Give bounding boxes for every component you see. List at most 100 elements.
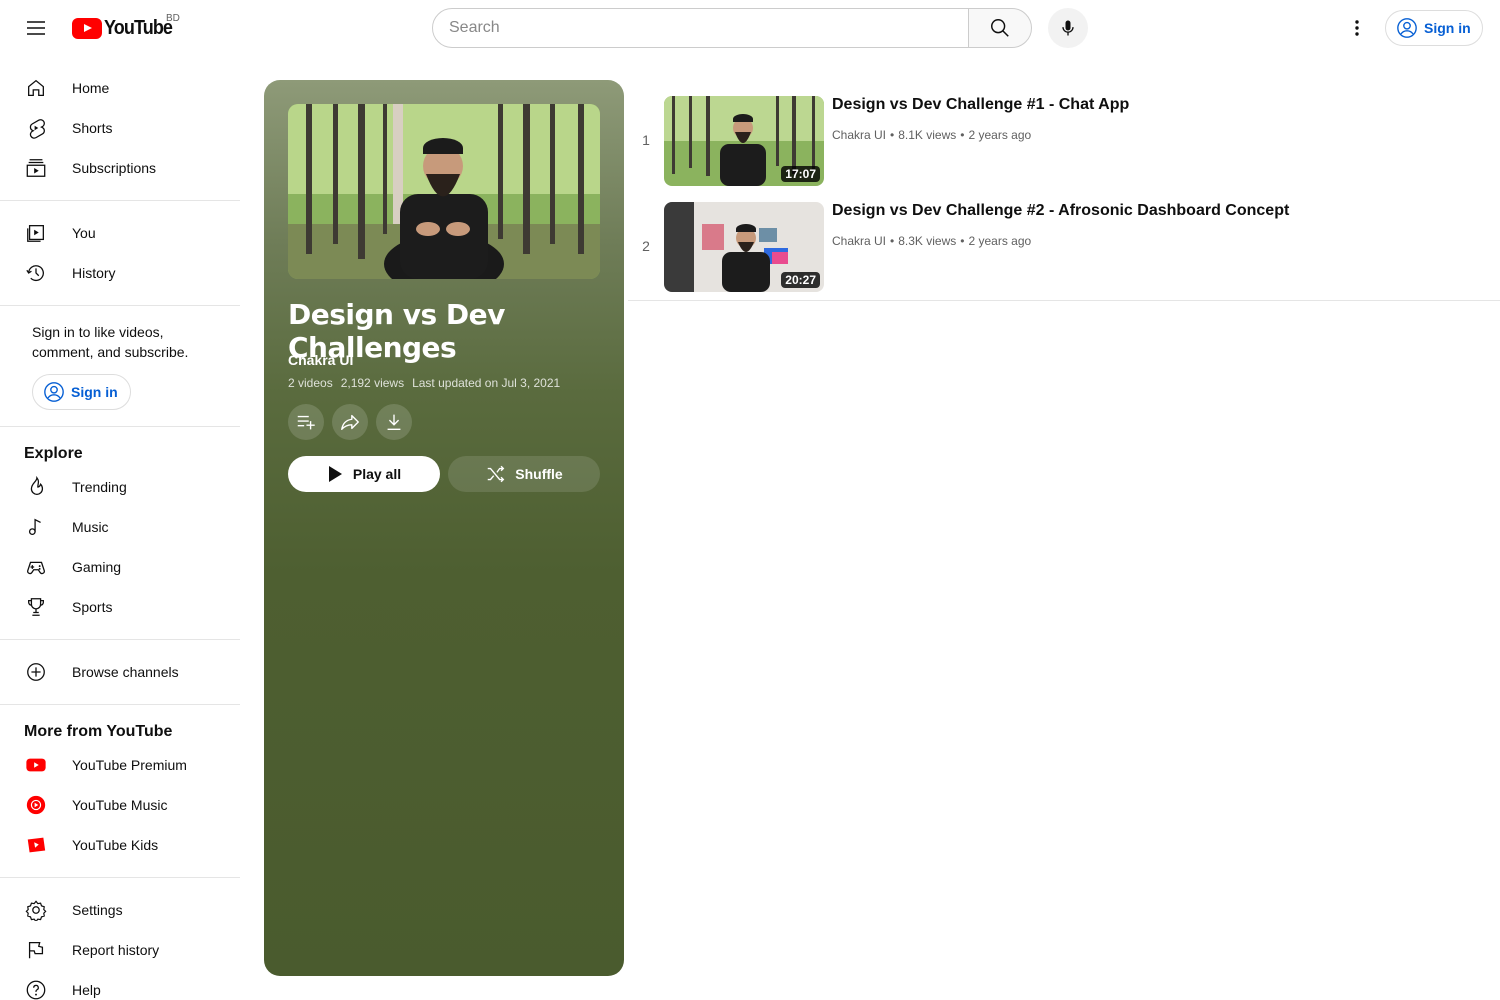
meta-separator: • [890, 128, 895, 142]
video-views: 8.1K views [898, 128, 957, 142]
sidebar-item-label: Music [72, 519, 109, 535]
playlist-owner-link[interactable]: Chakra UI [288, 352, 353, 368]
video-duration: 17:07 [781, 166, 820, 182]
you-icon [24, 221, 48, 245]
search-button[interactable] [968, 8, 1032, 48]
playlist-updated-date: Last updated on Jul 3, 2021 [412, 376, 561, 390]
playlist-video-item[interactable]: 1 17:07 Design vs Dev Challenge #1 - Cha… [628, 90, 1500, 196]
share-button[interactable] [332, 404, 368, 440]
shorts-icon [24, 116, 48, 140]
sidebar-item-subscriptions[interactable]: Subscriptions [0, 148, 240, 188]
video-title-link[interactable]: Design vs Dev Challenge #2 - Afrosonic D… [832, 202, 1289, 220]
youtube-music-icon [24, 793, 48, 817]
meta-separator: • [960, 234, 965, 248]
flag-icon [24, 938, 48, 962]
sidebar-item-label: Report history [72, 942, 160, 958]
download-button[interactable] [376, 404, 412, 440]
sidebar-item-label: Gaming [72, 559, 122, 575]
playlist-add-icon [297, 415, 315, 430]
video-duration: 20:27 [781, 272, 820, 288]
hamburger-icon [27, 21, 45, 35]
sidebar-item-gaming[interactable]: Gaming [0, 547, 240, 587]
logo-text: YouTube [104, 17, 173, 39]
sidebar-item-label: Settings [72, 902, 123, 918]
search-input[interactable] [449, 19, 968, 37]
sidebar-item-label: YouTube Premium [72, 757, 187, 773]
guide-menu-button[interactable] [16, 8, 56, 48]
sidebar-item-you[interactable]: You [0, 213, 240, 253]
shuffle-label: Shuffle [515, 466, 563, 482]
save-playlist-button[interactable] [288, 404, 324, 440]
video-age: 2 years ago [968, 234, 1032, 248]
signin-prompt-text: Sign in to like videos, comment, and sub… [32, 324, 189, 360]
explore-heading: Explore [24, 445, 83, 462]
sidebar-item-label: You [72, 225, 96, 241]
play-all-button[interactable]: Play all [288, 456, 440, 492]
sign-in-button[interactable]: Sign in [1385, 10, 1483, 46]
download-icon [387, 414, 401, 431]
video-thumbnail[interactable]: 17:07 [664, 96, 824, 186]
sidebar-item-shorts[interactable]: Shorts [0, 108, 240, 148]
sports-icon [24, 595, 48, 619]
play-all-label: Play all [352, 466, 402, 482]
browse-section: Browse channels [0, 640, 240, 705]
sidebar-item-browse-channels[interactable]: Browse channels [0, 652, 240, 692]
sidebar-item-help[interactable]: Help [0, 970, 240, 1000]
playlist-video-item[interactable]: 2 20:27 Design vs Dev Challenge #2 - Afr… [628, 196, 1500, 302]
music-icon [24, 515, 48, 539]
subscriptions-icon [24, 156, 48, 180]
playlist-view-count: 2,192 views [340, 376, 405, 390]
video-channel-link[interactable]: Chakra UI [832, 234, 886, 248]
youtube-premium-icon [24, 753, 48, 777]
sidebar-item-report-history[interactable]: Report history [0, 930, 240, 970]
footer-section: Settings Report history Help [0, 878, 240, 1000]
add-circle-icon [24, 660, 48, 684]
account-icon [44, 382, 64, 402]
video-channel-link[interactable]: Chakra UI [832, 128, 886, 142]
sidebar-item-music[interactable]: Music [0, 507, 240, 547]
playlist-actions [288, 404, 412, 440]
account-icon [1397, 18, 1417, 38]
youtube-logo[interactable]: YouTube [72, 17, 180, 40]
sidebar-item-settings[interactable]: Settings [0, 890, 240, 930]
video-title-link[interactable]: Design vs Dev Challenge #1 - Chat App [832, 96, 1129, 114]
sidebar-item-trending[interactable]: Trending [0, 467, 240, 507]
sidebar-item-youtube-premium[interactable]: YouTube Premium [0, 745, 240, 785]
microphone-icon [1062, 20, 1074, 36]
youtube-logo-icon [72, 18, 102, 39]
sidebar-item-youtube-kids[interactable]: YouTube Kids [0, 825, 240, 865]
sidebar-item-history[interactable]: History [0, 253, 240, 293]
explore-section: Explore Trending Music Gaming Sports [0, 427, 240, 640]
sidebar-item-label: Trending [72, 479, 127, 495]
sidebar-item-label: Help [72, 982, 101, 998]
sign-in-label: Sign in [71, 384, 118, 400]
sidebar-item-youtube-music[interactable]: YouTube Music [0, 785, 240, 825]
sidebar-item-label: Home [72, 80, 110, 96]
video-index: 2 [642, 238, 650, 254]
country-code: BD [166, 13, 180, 24]
sidebar-item-sports[interactable]: Sports [0, 587, 240, 627]
playlist-stats: 2 videos 2,192 views Last updated on Jul… [288, 376, 560, 390]
settings-menu-button[interactable] [1337, 8, 1377, 48]
search-box[interactable] [432, 8, 969, 48]
masthead: YouTube BD Sign in [0, 0, 1500, 56]
share-icon [341, 414, 359, 431]
sidebar-item-home[interactable]: Home [0, 68, 240, 108]
video-views: 8.3K views [898, 234, 957, 248]
more-heading: More from YouTube [24, 723, 173, 740]
sidebar-item-label: YouTube Kids [72, 837, 159, 853]
playlist-video-count: 2 videos [288, 376, 333, 390]
settings-icon [24, 898, 48, 922]
voice-search-button[interactable] [1048, 8, 1088, 48]
sidebar-item-label: Shorts [72, 120, 113, 136]
more-from-youtube-section: More from YouTube YouTube Premium YouTub… [0, 705, 240, 878]
forest-thumbnail-image [288, 104, 600, 279]
meta-separator: • [960, 128, 965, 142]
search-icon [991, 19, 1009, 37]
sidebar-sign-in-button[interactable]: Sign in [32, 374, 131, 410]
help-icon [24, 978, 48, 1000]
video-thumbnail[interactable]: 20:27 [664, 202, 824, 292]
shuffle-button[interactable]: Shuffle [448, 456, 600, 492]
sign-in-label: Sign in [1424, 20, 1471, 36]
playlist-thumbnail[interactable] [288, 104, 600, 279]
